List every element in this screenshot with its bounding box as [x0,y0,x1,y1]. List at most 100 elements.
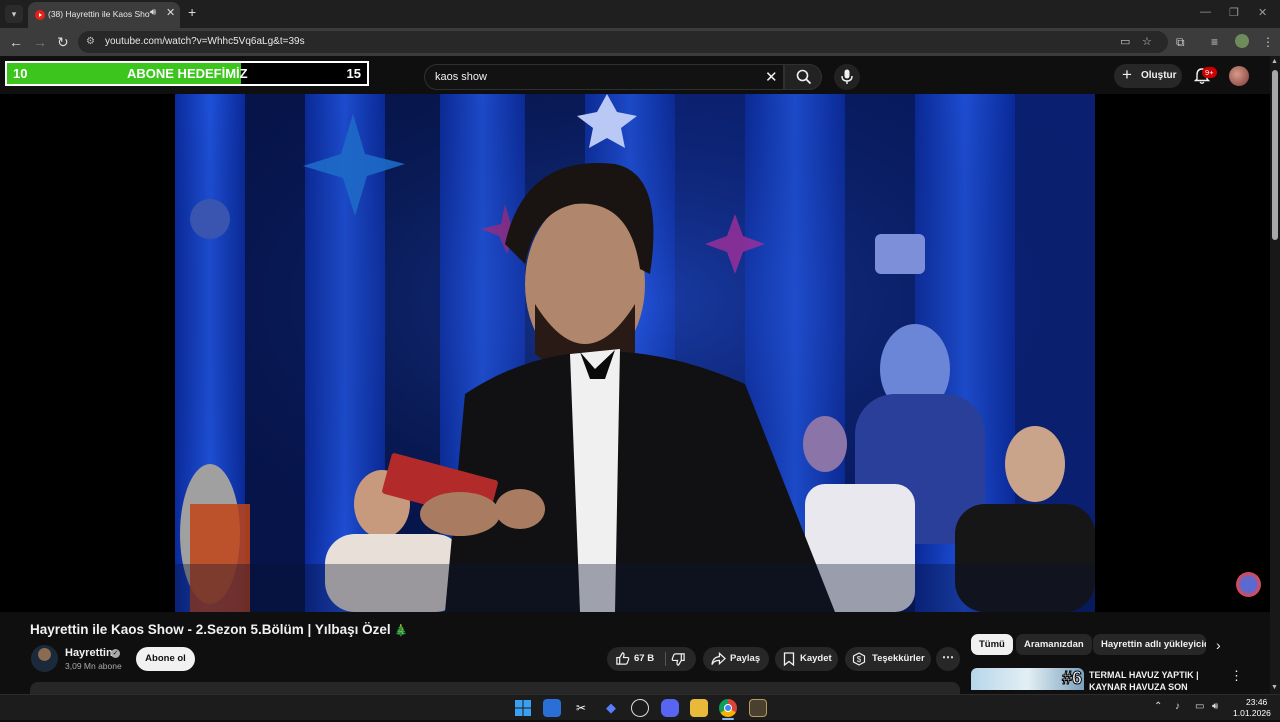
recommended-video-thumbnail[interactable]: #6 [971,668,1084,690]
chip-from-search[interactable]: Aramanızdan [1016,634,1092,655]
microphone-icon [841,69,853,84]
minimize-icon[interactable]: — [1200,6,1211,18]
video-title: Hayrettin ile Kaos Show - 2.Sezon 5.Bölü… [30,622,408,637]
windows-taskbar: ✂ ◆ ⌃ ♪ ▭ 🔊︎ 23:46 1.01.2026 [0,694,1280,720]
create-label: Oluştur [1141,70,1177,81]
search-query: kaos show [435,71,487,83]
restore-icon[interactable]: ❐ [1229,6,1239,19]
back-icon[interactable]: ← [9,34,23,50]
blue-app-icon[interactable]: ◆ [602,699,620,717]
video-scene-image [175,94,1095,612]
search-icon [796,69,812,85]
file-explorer-icon[interactable] [690,699,708,717]
channel-name[interactable]: Hayrettin [65,647,113,659]
capcut-icon[interactable]: ✂ [572,699,590,717]
verified-badge-icon: ✓ [111,649,120,658]
browser-tab-bar: ▾ (38) Hayrettin ile Kaos Show - 2.Sezon… [0,0,1280,28]
search-button[interactable] [784,64,822,90]
cast-icon[interactable]: ▭ [1120,35,1130,48]
microphone-tray-icon[interactable]: ♪ [1175,701,1180,712]
bookmark-star-icon[interactable]: ☆ [1142,35,1152,48]
plus-icon: + [1122,65,1132,84]
search-input[interactable]: kaos show ✕ [424,64,784,90]
thumbs-up-icon[interactable] [615,651,630,666]
share-icon [711,652,726,666]
description-box[interactable] [30,682,960,694]
user-avatar[interactable] [1229,66,1249,86]
clock-date[interactable]: 1.01.2026 [1233,708,1271,718]
bookmark-icon [783,652,795,666]
browser-profile-avatar[interactable] [1235,34,1249,48]
chrome-icon[interactable] [719,699,737,717]
share-label-text: Paylaş [730,653,761,664]
reload-icon[interactable]: ↻ [57,34,69,51]
youtube-header: 10 ABONE HEDEFİMİZ 15 kaos show ✕ + Oluş… [0,56,1270,94]
windows-logo-icon [515,700,531,716]
share-button[interactable]: Paylaş [703,647,769,671]
channel-avatar[interactable] [31,645,58,672]
browser-menu-icon[interactable]: ⋮ [1262,35,1274,49]
url-text: youtube.com/watch?v=Whhc5Vq6aLg&t=39s [105,36,305,47]
window-close-icon[interactable]: ✕ [1258,6,1267,19]
like-dislike-group: 67 B [607,647,696,671]
goal-start-value: 10 [13,66,28,81]
video-frame[interactable] [175,94,1095,612]
site-info-icon[interactable]: ⚙︎ [86,36,95,47]
new-tab-button[interactable]: + [188,4,196,20]
extensions-icon[interactable]: ⧉ [1176,35,1185,50]
more-horizontal-icon: ⋯ [942,650,954,664]
youtube-favicon-icon [35,10,45,20]
subscriber-count: 3,09 Mn abone [65,661,122,671]
volume-icon[interactable]: 🔊︎ [1212,701,1218,712]
subscribe-button[interactable]: Abone ol [136,647,195,671]
svg-text:$: $ [857,655,862,664]
scroll-down-icon[interactable]: ▼ [1271,684,1278,691]
goal-end-value: 15 [346,66,361,81]
thumbs-down-icon[interactable] [671,652,686,667]
thanks-dollar-icon: $ [852,652,866,666]
more-actions-button[interactable]: ⋯ [936,647,960,671]
tray-overflow-icon[interactable]: ⌃ [1154,701,1162,712]
more-vertical-icon[interactable]: ⋮ [1230,668,1243,684]
chatgpt-icon[interactable] [631,699,649,717]
scrollbar-thumb[interactable] [1272,70,1278,240]
game-icon[interactable] [749,699,767,717]
subscriber-goal-widget: 10 ABONE HEDEFİMİZ 15 [5,61,369,86]
video-title-text: Hayrettin ile Kaos Show - 2.Sezon 5.Bölü… [30,622,391,637]
tab-title: (38) Hayrettin ile Kaos Show - 2.Sezon 5… [48,9,150,19]
voice-search-button[interactable] [834,64,860,90]
christmas-tree-icon: 🎄 [394,625,409,637]
scroll-up-icon[interactable]: ▲ [1271,58,1278,65]
discord-icon[interactable] [661,699,679,717]
chip-all[interactable]: Tümü [971,634,1013,655]
like-count[interactable]: 67 B [634,653,654,664]
video-player[interactable] [0,94,1270,612]
like-dislike-divider [665,652,666,666]
create-button[interactable]: + Oluştur [1114,64,1182,88]
forward-icon[interactable]: → [33,34,47,50]
chip-from-uploader[interactable]: Hayrettin adlı yükleyiciden [1093,634,1206,655]
page-scrollbar[interactable]: ▲ ▼ [1270,56,1280,694]
reading-list-icon[interactable]: ≡ [1211,35,1218,49]
windows-start-icon[interactable] [514,699,532,717]
goal-label: ABONE HEDEFİMİZ [127,66,248,81]
save-label: Kaydet [800,653,832,664]
browser-tab-youtube[interactable]: (38) Hayrettin ile Kaos Show - 2.Sezon 5… [28,2,180,28]
tab-audio-icon[interactable]: 🔊︎ [150,7,156,18]
display-tray-icon[interactable]: ▭ [1195,701,1204,712]
thumbnail-badge: #6 [1061,668,1082,689]
recommended-video-title[interactable]: TERMAL HAVUZ YAPTIK | KAYNAR HAVUZA SON … [1089,669,1219,690]
clock-time[interactable]: 23:46 [1246,697,1267,707]
thanks-button[interactable]: $ Teşekkürler [845,647,931,671]
tab-close-icon[interactable]: ✕ [166,6,175,19]
tab-search-button[interactable]: ▾ [5,5,23,23]
weather-widget-icon[interactable] [543,699,561,717]
thanks-label: Teşekkürler [872,653,925,664]
address-bar[interactable]: ⚙︎ youtube.com/watch?v=Whhc5Vq6aLg&t=39s… [78,31,1168,53]
subscribe-watermark-icon[interactable] [1236,572,1261,597]
chevron-right-icon[interactable]: › [1216,637,1221,653]
clear-search-icon[interactable]: ✕ [765,68,778,86]
notification-count-badge: 9+ [1202,67,1217,78]
save-button[interactable]: Kaydet [775,647,838,671]
browser-toolbar: ← → ↻ ⚙︎ youtube.com/watch?v=Whhc5Vq6aLg… [0,28,1280,56]
